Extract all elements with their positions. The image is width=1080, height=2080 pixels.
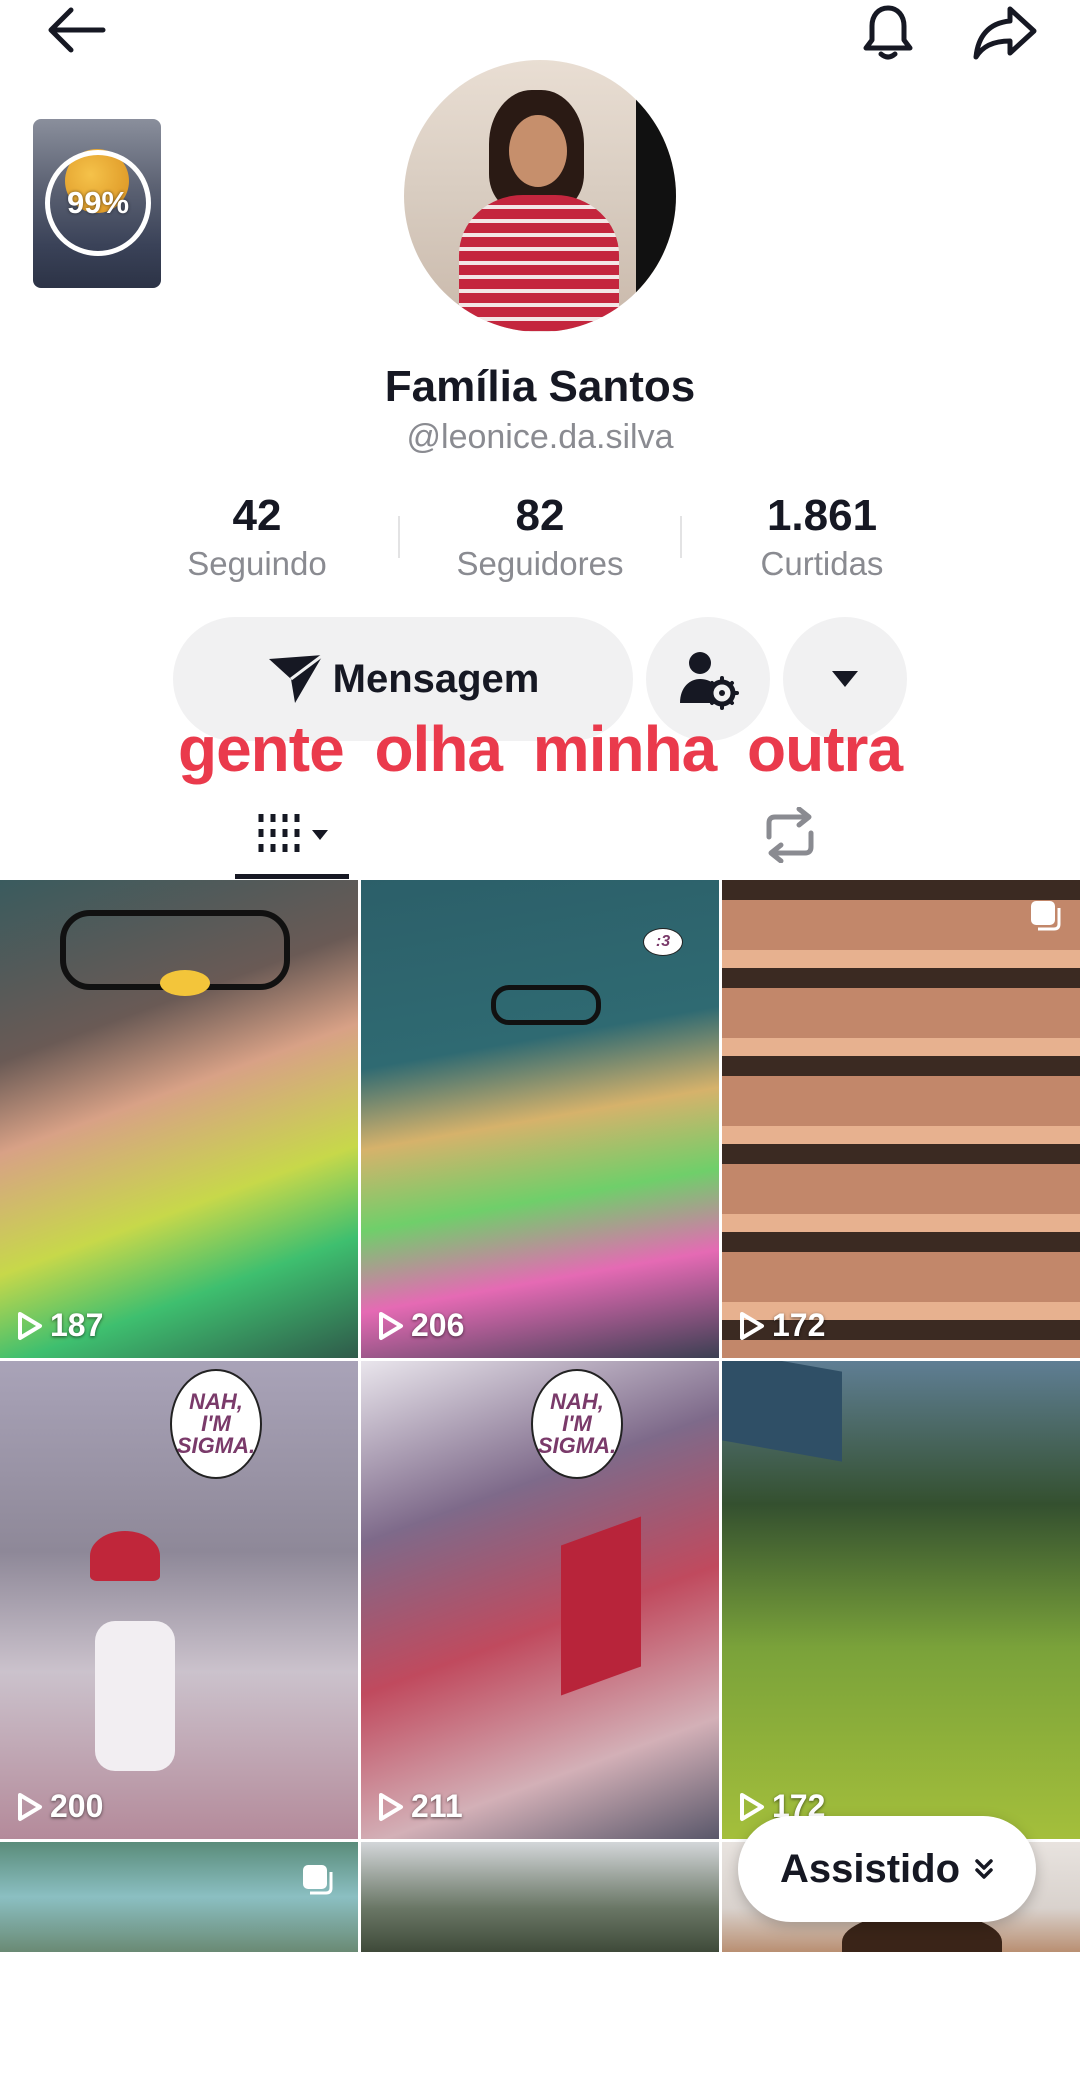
stat-label: Curtidas: [760, 545, 884, 582]
username: @leonice.da.silva: [406, 418, 674, 456]
view-count-value: 200: [50, 1788, 104, 1824]
view-count: 211: [377, 1788, 463, 1825]
pin-icon: [303, 1865, 333, 1895]
sigma-sticker: NAH, I'M SIGMA.: [531, 1369, 623, 1479]
view-count-value: 206: [411, 1307, 465, 1343]
send-icon: [268, 653, 324, 703]
play-icon: [740, 1792, 764, 1821]
story-progress-ring: 99%: [45, 150, 151, 256]
view-count-value: 211: [411, 1788, 463, 1824]
play-icon: [18, 1311, 42, 1340]
video-thumbnail[interactable]: NAH, I'M SIGMA. 211: [361, 1361, 719, 1839]
back-button[interactable]: [30, 0, 120, 60]
play-icon: [740, 1311, 764, 1340]
watched-filter-button[interactable]: Assistido: [738, 1816, 1036, 1922]
sigma-sticker: NAH, I'M SIGMA.: [170, 1369, 262, 1479]
stat-label: Seguidores: [456, 545, 624, 582]
view-count: 200: [16, 1788, 103, 1825]
video-thumbnail[interactable]: [0, 1842, 358, 1952]
watched-filter-label: Assistido: [779, 1846, 961, 1891]
caret-down-icon: [311, 830, 328, 840]
play-icon: [379, 1792, 403, 1821]
stat-likes[interactable]: 1.861 Curtidas: [702, 490, 942, 586]
stat-value: 42: [232, 491, 282, 540]
arrow-left-icon: [48, 7, 106, 53]
play-icon: [18, 1792, 42, 1821]
play-icon: [379, 1311, 403, 1340]
stat-value: 1.861: [766, 491, 878, 540]
video-thumbnail[interactable]: 172: [722, 880, 1080, 1358]
caret-down-icon: [832, 671, 858, 687]
share-button[interactable]: [960, 0, 1050, 64]
view-count-value: 187: [50, 1307, 104, 1343]
video-thumbnail[interactable]: :3 206: [361, 880, 719, 1358]
repost-icon: [766, 807, 814, 863]
stat-value: 82: [515, 491, 565, 540]
view-count: 172: [738, 1307, 825, 1344]
video-thumbnail[interactable]: 172: [722, 1361, 1080, 1839]
user-gear-icon: [680, 652, 739, 710]
stat-divider: [398, 516, 400, 558]
story-progress-label: 99%: [66, 185, 130, 220]
display-name: Família Santos: [384, 362, 696, 411]
video-thumbnail[interactable]: [361, 1842, 719, 1952]
overlay-caption: gente olha minha outra: [177, 713, 903, 785]
share-arrow-icon: [973, 6, 1037, 60]
stat-label: Seguindo: [187, 545, 327, 582]
stat-following[interactable]: 42 Seguindo: [137, 490, 377, 586]
video-thumbnail[interactable]: 187: [0, 880, 358, 1358]
chevron-double-down-icon: [975, 1859, 993, 1879]
view-count-value: 172: [772, 1307, 826, 1343]
grid-icon: [258, 814, 299, 856]
avatar[interactable]: [404, 60, 676, 332]
view-count: 187: [16, 1307, 103, 1344]
active-tab-indicator: [235, 874, 349, 879]
reply-bubble-sticker: :3: [643, 928, 683, 956]
story-thumbnail[interactable]: 99%: [33, 119, 161, 288]
notifications-button[interactable]: [848, 0, 928, 64]
tab-videos[interactable]: [235, 790, 350, 880]
stat-divider: [680, 516, 682, 558]
pin-icon: [1031, 901, 1061, 931]
stat-followers[interactable]: 82 Seguidores: [420, 490, 660, 586]
video-thumbnail[interactable]: NAH, I'M SIGMA. 200: [0, 1361, 358, 1839]
bell-icon: [863, 5, 913, 60]
tab-reposts[interactable]: [740, 790, 840, 880]
view-count: 206: [377, 1307, 464, 1344]
message-label: Mensagem: [332, 656, 540, 701]
